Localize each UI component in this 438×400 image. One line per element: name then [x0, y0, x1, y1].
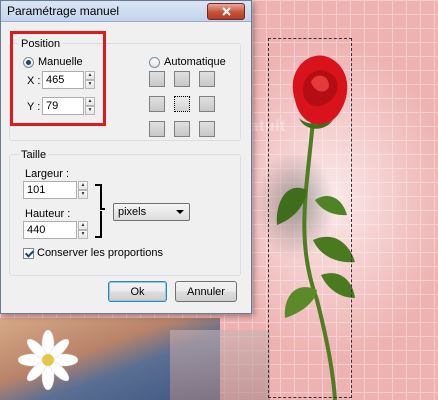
keep-proportions-checkbox[interactable]: Conserver les proportions: [23, 247, 163, 259]
anchor-top-left[interactable]: [149, 71, 165, 87]
height-down-arrow-icon[interactable]: ▼: [78, 230, 88, 239]
y-spin-arrows: ▲ ▼: [85, 97, 95, 115]
automatic-radio-dot: [149, 56, 160, 68]
manual-radio-label: Manuelle: [38, 56, 83, 68]
y-input[interactable]: 79: [42, 97, 84, 115]
keep-proportions-label: Conserver les proportions: [37, 247, 163, 259]
anchor-position-grid: [149, 71, 215, 137]
width-input[interactable]: 101: [23, 181, 77, 199]
height-up-arrow-icon[interactable]: ▲: [78, 221, 88, 230]
title-bar[interactable]: Paramétrage manuel: [1, 1, 251, 22]
width-up-arrow-icon[interactable]: ▲: [78, 181, 88, 190]
width-spin-arrows: ▲ ▼: [78, 181, 88, 199]
close-icon: [221, 7, 231, 16]
white-flower-image: [18, 330, 78, 390]
anchor-bottom-center[interactable]: [174, 121, 190, 137]
height-label: Hauteur :: [25, 208, 71, 220]
selection-rectangle[interactable]: [268, 38, 352, 398]
y-up-arrow-icon[interactable]: ▲: [85, 97, 95, 106]
height-spin-arrows: ▲ ▼: [78, 221, 88, 239]
chevron-down-icon: [176, 210, 184, 214]
link-brace-icon: [95, 184, 105, 238]
automatic-radio[interactable]: Automatique: [149, 56, 226, 68]
y-down-arrow-icon[interactable]: ▼: [85, 106, 95, 115]
y-spinner: 79 ▲ ▼: [42, 97, 95, 115]
width-label: Largeur :: [25, 168, 70, 180]
anchor-bottom-right[interactable]: [199, 121, 215, 137]
x-input[interactable]: 465: [42, 71, 84, 89]
x-down-arrow-icon[interactable]: ▼: [85, 80, 95, 89]
size-group-label: Taille: [19, 149, 49, 161]
manual-radio[interactable]: Manuelle: [23, 56, 83, 68]
manual-settings-dialog: Paramétrage manuel Position Manuelle Aut…: [0, 0, 252, 314]
y-label: Y :: [27, 101, 41, 113]
x-spinner: 465 ▲ ▼: [42, 71, 95, 89]
x-spin-arrows: ▲ ▼: [85, 71, 95, 89]
dialog-title: Paramétrage manuel: [7, 4, 120, 18]
ok-button[interactable]: Ok: [108, 281, 167, 302]
unit-select-value: pixels: [118, 206, 147, 218]
anchor-top-center[interactable]: [174, 71, 190, 87]
width-spinner: 101 ▲ ▼: [23, 181, 88, 199]
keep-proportions-box: [23, 247, 34, 259]
anchor-center[interactable]: [174, 96, 190, 112]
close-button[interactable]: [207, 3, 245, 20]
position-group-label: Position: [19, 38, 63, 50]
manual-radio-dot: [23, 56, 34, 68]
anchor-middle-left[interactable]: [149, 96, 165, 112]
unit-select[interactable]: pixels: [113, 203, 190, 221]
x-up-arrow-icon[interactable]: ▲: [85, 71, 95, 80]
cancel-button[interactable]: Annuler: [175, 281, 237, 302]
height-spinner: 440 ▲ ▼: [23, 221, 88, 239]
anchor-bottom-left[interactable]: [149, 121, 165, 137]
x-label: X :: [27, 75, 41, 87]
anchor-middle-right[interactable]: [199, 96, 215, 112]
automatic-radio-label: Automatique: [164, 56, 226, 68]
height-input[interactable]: 440: [23, 221, 77, 239]
width-down-arrow-icon[interactable]: ▼: [78, 190, 88, 199]
anchor-top-right[interactable]: [199, 71, 215, 87]
